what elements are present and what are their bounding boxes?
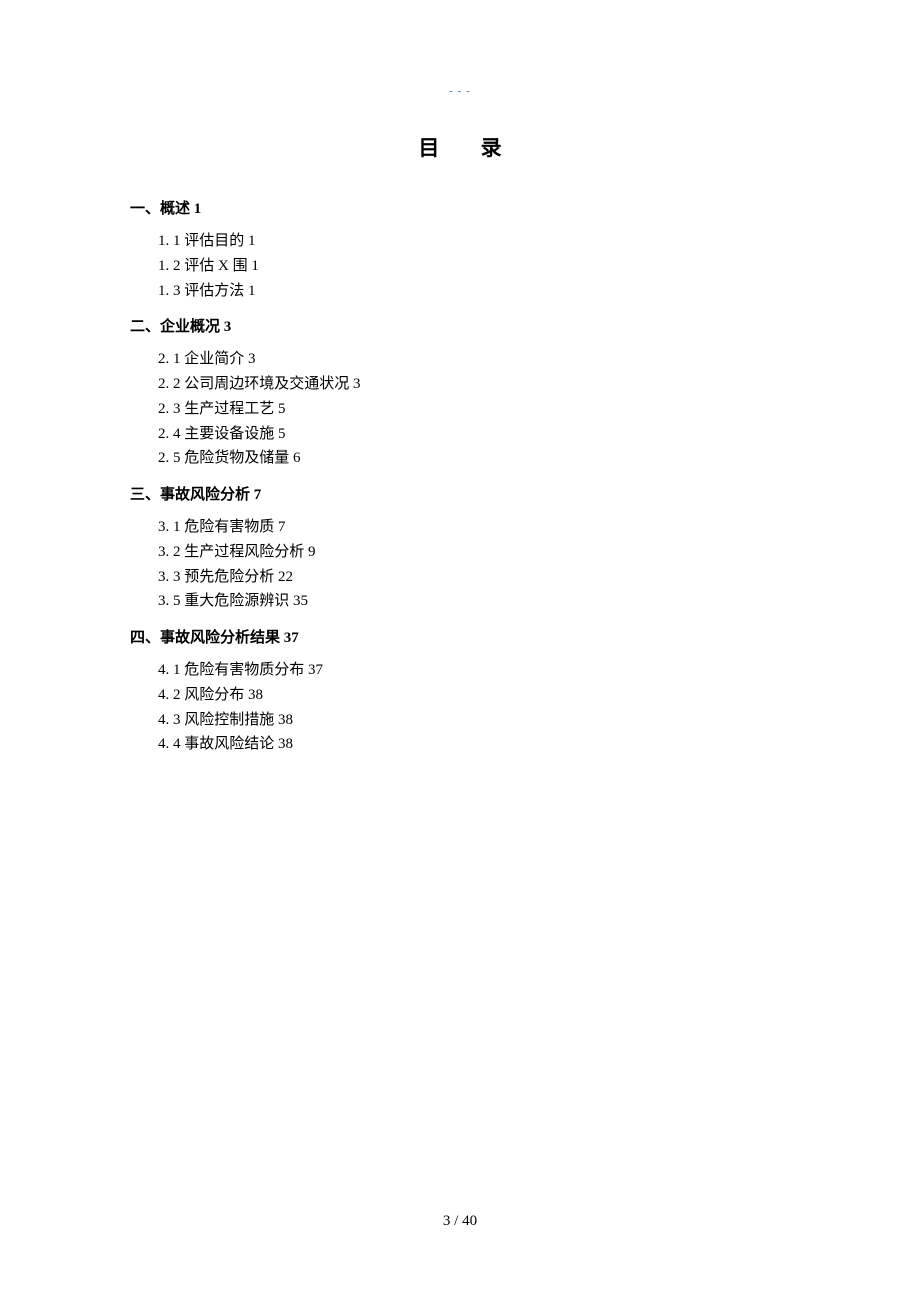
page-footer: 3 / 40 [0,1213,920,1230]
page-title: 目 录 [130,132,790,162]
toc-section-3: 三、事故风险分析 7 3. 1 危险有害物质 7 3. 2 生产过程风险分析 9… [130,483,790,614]
toc-item: 2. 3 生产过程工艺 5 [130,397,790,422]
toc-item: 4. 1 危险有害物质分布 37 [130,658,790,683]
toc-item: 4. 2 风险分布 38 [130,683,790,708]
toc-section-4: 四、事故风险分析结果 37 4. 1 危险有害物质分布 37 4. 2 风险分布… [130,626,790,757]
section-heading: 四、事故风险分析结果 37 [130,626,790,650]
toc-item: 2. 4 主要设备设施 5 [130,422,790,447]
toc-item: 2. 5 危险货物及储量 6 [130,446,790,471]
toc-section-1: 一、概述 1 1. 1 评估目的 1 1. 2 评估 X 围 1 1. 3 评估… [130,197,790,303]
toc-item: 3. 5 重大危险源辨识 35 [130,589,790,614]
header-mark: - - - [130,85,790,97]
toc-item: 3. 2 生产过程风险分析 9 [130,540,790,565]
toc-item: 2. 2 公司周边环境及交通状况 3 [130,372,790,397]
toc-item: 4. 4 事故风险结论 38 [130,732,790,757]
toc-item: 3. 3 预先危险分析 22 [130,565,790,590]
toc-section-2: 二、企业概况 3 2. 1 企业简介 3 2. 2 公司周边环境及交通状况 3 … [130,315,790,471]
toc-item: 1. 1 评估目的 1 [130,229,790,254]
section-heading: 三、事故风险分析 7 [130,483,790,507]
toc-item: 1. 3 评估方法 1 [130,279,790,304]
section-heading: 一、概述 1 [130,197,790,221]
toc-item: 2. 1 企业简介 3 [130,347,790,372]
toc-item: 3. 1 危险有害物质 7 [130,515,790,540]
document-page: - - - 目 录 一、概述 1 1. 1 评估目的 1 1. 2 评估 X 围… [0,0,920,757]
toc-item: 1. 2 评估 X 围 1 [130,254,790,279]
toc-item: 4. 3 风险控制措施 38 [130,708,790,733]
section-heading: 二、企业概况 3 [130,315,790,339]
